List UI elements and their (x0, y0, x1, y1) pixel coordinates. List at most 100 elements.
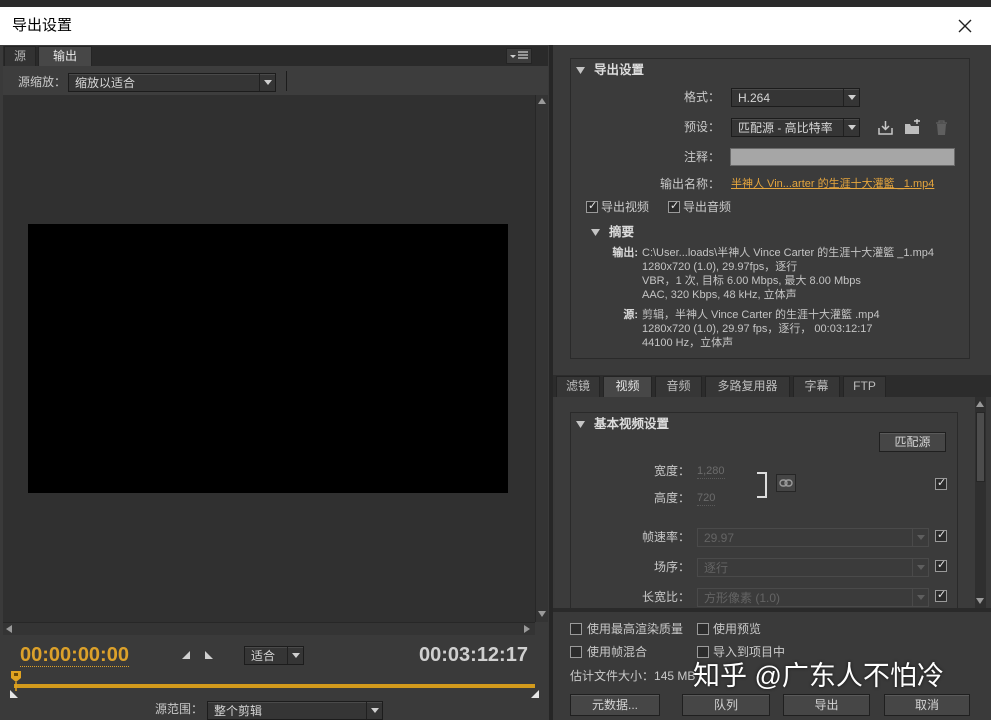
aspect-value: 方形像素 (1.0) (704, 591, 781, 605)
tab-ftp[interactable]: FTP (843, 376, 886, 397)
chevron-down-icon (287, 647, 303, 664)
duration-timecode: 00:03:12:17 (419, 644, 528, 666)
preset-value: 匹配源 - 高比特率 (738, 121, 833, 135)
source-range-dropdown[interactable]: 整个剪辑 (207, 701, 383, 720)
work-area-start-icon[interactable] (10, 690, 18, 698)
playhead[interactable] (11, 671, 21, 691)
timeline-track[interactable] (14, 684, 535, 688)
output-name-label: 输出名称： (659, 177, 720, 191)
set-in-point-icon[interactable] (181, 650, 191, 660)
summary-output-label: 输出: (612, 247, 638, 259)
cancel-button[interactable]: 取消 (884, 694, 970, 716)
field-order-checkbox[interactable] (935, 558, 947, 572)
queue-button[interactable]: 队列 (682, 694, 770, 716)
tab-audio[interactable]: 音频 (655, 376, 702, 397)
import-into-project-label[interactable]: 导入到项目中 (713, 645, 785, 659)
tab-output[interactable]: 输出 (38, 46, 92, 66)
trash-icon[interactable] (934, 119, 951, 136)
link-icon[interactable] (776, 474, 796, 492)
export-video-label[interactable]: 导出视频 (601, 200, 649, 214)
estimated-file-size-value: 145 MB (654, 669, 696, 683)
video-preview-frame (28, 224, 508, 493)
preview-vertical-scrollbar[interactable] (535, 95, 548, 622)
frame-blending-label[interactable]: 使用帧混合 (587, 645, 647, 659)
panel-menu-icon[interactable] (506, 48, 532, 64)
use-previews-label[interactable]: 使用预览 (713, 622, 761, 636)
match-source-button[interactable]: 匹配源 (879, 432, 946, 452)
export-audio-checkbox[interactable] (668, 199, 680, 213)
aspect-label: 长宽比： (641, 590, 690, 604)
zoom-dropdown[interactable]: 适合 (244, 646, 304, 665)
preview-horizontal-scrollbar[interactable] (3, 622, 535, 635)
output-name-link[interactable]: 半神人 Vin...arter 的生涯十大灌籃 _1.mp4 (731, 177, 934, 191)
preset-dropdown[interactable]: 匹配源 - 高比特率 (731, 118, 860, 137)
scroll-right-icon[interactable] (524, 625, 530, 633)
source-range-label: 源范围： (155, 702, 204, 716)
import-preset-icon[interactable] (904, 119, 921, 136)
tab-captions[interactable]: 字幕 (793, 376, 840, 397)
comments-input[interactable] (730, 148, 955, 166)
triangle-down-icon[interactable] (591, 229, 600, 236)
export-audio-label[interactable]: 导出音频 (683, 200, 731, 214)
max-render-quality-label[interactable]: 使用最高渲染质量 (587, 622, 683, 636)
source-scaling-dropdown[interactable]: 缩放以适合 (68, 73, 276, 92)
max-render-quality-checkbox[interactable] (570, 623, 582, 635)
field-order-label: 场序： (653, 560, 690, 574)
tab-multiplexer[interactable]: 多路复用器 (705, 376, 790, 397)
import-into-project-checkbox[interactable] (697, 646, 709, 658)
tab-video[interactable]: 视频 (603, 376, 652, 397)
summary-source-line: 剪辑，半神人 Vince Carter 的生涯十大灌籃 .mp4 (642, 309, 880, 321)
scroll-up-icon[interactable] (976, 401, 984, 407)
format-dropdown[interactable]: H.264 (731, 88, 860, 107)
field-order-dropdown[interactable]: 逐行 (697, 558, 929, 577)
set-out-point-icon[interactable] (204, 650, 214, 660)
divider (286, 71, 287, 91)
aspect-dropdown[interactable]: 方形像素 (1.0) (697, 588, 929, 607)
scrollbar-thumb[interactable] (976, 412, 985, 482)
export-settings-dialog: 导出设置 源 输出 源缩放： 缩放以适合 00:00:00:00 适合 00:0… (0, 0, 991, 720)
aspect-checkbox[interactable] (935, 588, 947, 602)
scroll-down-icon[interactable] (538, 611, 546, 617)
frame-blending-checkbox[interactable] (570, 646, 582, 658)
source-range-value: 整个剪辑 (214, 704, 263, 718)
tab-filters[interactable]: 滤镜 (556, 376, 600, 397)
frame-rate-dropdown[interactable]: 29.97 (697, 528, 929, 547)
summary-source-line: 1280x720 (1.0), 29.97 fps，逐行， 00:03:12:1… (642, 323, 873, 335)
dimensions-match-checkbox[interactable] (935, 476, 947, 490)
format-value: H.264 (738, 91, 771, 105)
triangle-down-icon[interactable] (576, 421, 585, 428)
metadata-button[interactable]: 元数据... (570, 694, 660, 716)
source-scaling-label: 源缩放： (18, 75, 67, 89)
chevron-down-icon (843, 89, 859, 106)
frame-rate-checkbox[interactable] (935, 528, 947, 542)
zoom-value: 适合 (251, 649, 276, 663)
triangle-down-icon[interactable] (576, 67, 585, 74)
comments-label: 注释： (683, 150, 720, 164)
tab-source[interactable]: 源 (4, 46, 36, 66)
format-label: 格式： (683, 90, 720, 104)
title-bar: 导出设置 (0, 7, 991, 45)
export-settings-header[interactable]: 导出设置 (594, 63, 644, 77)
scroll-left-icon[interactable] (6, 625, 12, 633)
basic-video-settings-header[interactable]: 基本视频设置 (594, 417, 669, 431)
current-timecode[interactable]: 00:00:00:00 (20, 644, 129, 667)
height-value[interactable]: 720 (697, 491, 716, 506)
height-label: 高度： (653, 491, 690, 505)
width-label: 宽度： (653, 464, 690, 478)
export-button[interactable]: 导出 (783, 694, 870, 716)
export-video-checkbox[interactable] (586, 199, 598, 213)
scroll-up-icon[interactable] (538, 98, 546, 104)
field-order-value: 逐行 (704, 561, 729, 575)
use-previews-checkbox[interactable] (697, 623, 709, 635)
preset-label: 预设： (683, 120, 720, 134)
close-icon[interactable] (955, 16, 975, 36)
work-area-end-icon[interactable] (531, 690, 539, 698)
width-value[interactable]: 1,280 (697, 464, 725, 479)
chevron-down-icon (843, 119, 859, 136)
summary-header[interactable]: 摘要 (609, 225, 634, 239)
chevron-down-icon (366, 702, 382, 719)
save-preset-icon[interactable] (877, 119, 894, 136)
scroll-down-icon[interactable] (976, 598, 984, 604)
constrain-bracket (757, 472, 767, 498)
summary-output-line: VBR，1 次, 目标 6.00 Mbps, 最大 8.00 Mbps (642, 275, 861, 287)
